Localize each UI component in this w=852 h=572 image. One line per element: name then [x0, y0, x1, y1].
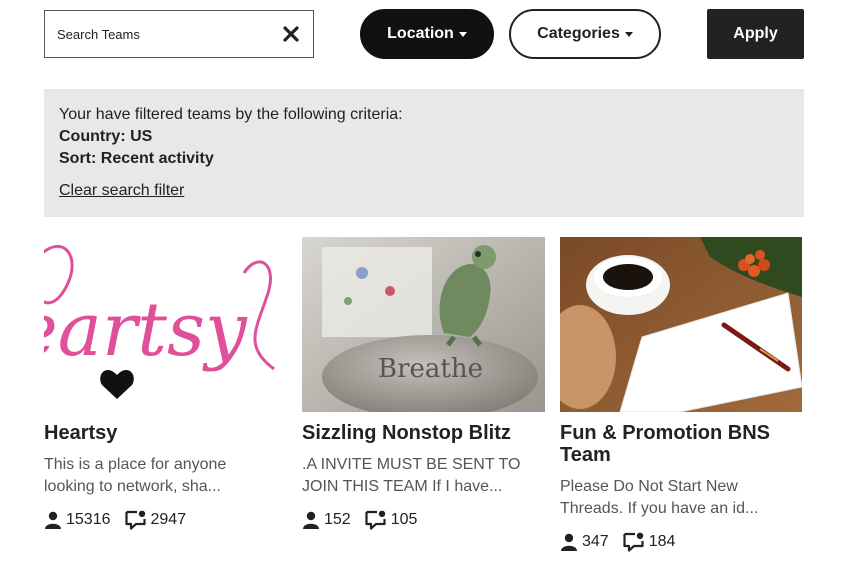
- posts-stat: 184: [623, 532, 676, 552]
- filter-sort: Sort: Recent activity: [59, 150, 214, 167]
- team-description: .A INVITE MUST BE SENT TO JOIN THIS TEAM…: [302, 456, 521, 495]
- team-image[interactable]: Breathe: [302, 237, 545, 412]
- team-description: This is a place for anyone looking to ne…: [44, 456, 227, 495]
- comment-icon: [623, 532, 644, 552]
- team-title[interactable]: Sizzling Nonstop Blitz: [302, 422, 545, 444]
- user-icon: [561, 533, 577, 551]
- filter-info-panel: Your have filtered teams by the followin…: [44, 89, 804, 217]
- caret-down-icon: [624, 32, 633, 37]
- location-dropdown[interactable]: Location: [360, 9, 494, 59]
- filter-country: Country: US: [59, 128, 153, 145]
- team-stats: 152 105: [302, 510, 545, 530]
- members-count: 15316: [66, 511, 111, 528]
- comment-icon: [365, 510, 386, 530]
- members-stat: 347: [560, 533, 609, 551]
- team-stats: 347 184: [560, 532, 802, 552]
- team-card: eartsy Heartsy This is a place for anyon…: [44, 237, 287, 530]
- close-icon[interactable]: [281, 24, 301, 44]
- team-title[interactable]: Heartsy: [44, 422, 287, 444]
- search-box: [44, 10, 314, 58]
- apply-button[interactable]: Apply: [707, 9, 804, 59]
- user-icon: [303, 511, 319, 529]
- filter-intro: Your have filtered teams by the followin…: [59, 106, 403, 123]
- team-stats: 15316 2947: [44, 510, 287, 530]
- caret-down-icon: [458, 32, 467, 37]
- svg-text:Breathe: Breathe: [378, 354, 483, 384]
- team-card: Breathe Sizzling Nonstop Blitz .A INVITE…: [302, 237, 545, 530]
- posts-count: 2947: [150, 511, 187, 528]
- user-icon: [45, 511, 61, 529]
- search-input[interactable]: [57, 26, 281, 42]
- posts-count: 105: [390, 511, 418, 528]
- members-stat: 152: [302, 511, 351, 529]
- team-image[interactable]: [560, 237, 802, 412]
- members-count: 347: [582, 533, 609, 550]
- members-count: 152: [324, 511, 351, 528]
- location-label: Location: [387, 25, 454, 42]
- posts-stat: 105: [365, 510, 418, 530]
- team-description: Please Do Not Start New Threads. If you …: [560, 478, 759, 517]
- clear-search-filter-link[interactable]: Clear search filter: [59, 180, 184, 202]
- posts-count: 184: [648, 533, 676, 550]
- categories-label: Categories: [537, 25, 620, 42]
- team-card: Fun & Promotion BNS Team Please Do Not S…: [560, 237, 802, 552]
- svg-text:eartsy: eartsy: [44, 287, 248, 373]
- posts-stat: 2947: [124, 510, 187, 530]
- team-title[interactable]: Fun & Promotion BNS Team: [560, 422, 802, 466]
- members-stat: 15316: [44, 511, 111, 529]
- comment-icon: [124, 510, 146, 530]
- categories-dropdown[interactable]: Categories: [509, 9, 661, 59]
- team-image[interactable]: eartsy: [44, 237, 287, 412]
